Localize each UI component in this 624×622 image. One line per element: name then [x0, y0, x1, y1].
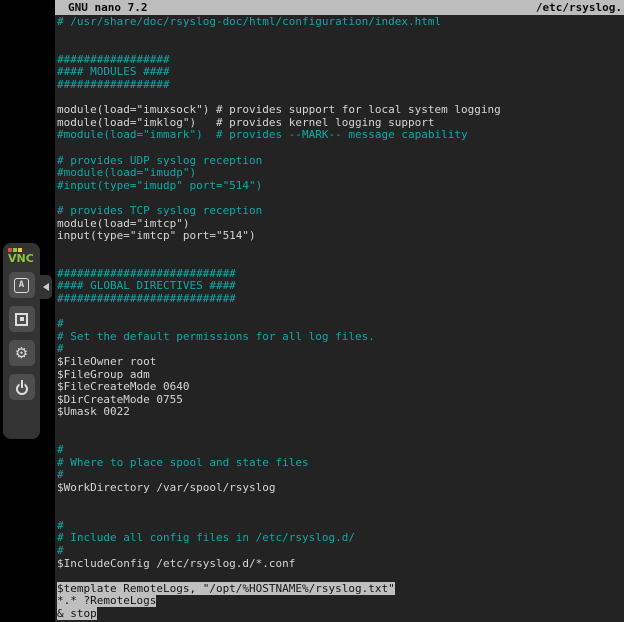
- editor-content[interactable]: # /usr/share/doc/rsyslog-doc/html/config…: [55, 15, 624, 621]
- editor-line: [57, 495, 624, 508]
- editor-line: #input(type="imudp" port="514"): [57, 180, 624, 193]
- editor-line: input(type="imtcp" port="514"): [57, 230, 624, 243]
- editor-line: [57, 29, 624, 42]
- editor-line: *.* ?RemoteLogs: [57, 595, 624, 608]
- editor-line: #module(load="immark") # provides --MARK…: [57, 129, 624, 142]
- editor-line: $DirCreateMode 0755: [57, 394, 624, 407]
- novnc-logo: VNC: [8, 248, 35, 265]
- terminal-window[interactable]: GNU nano 7.2 /etc/rsyslog. # /usr/share/…: [55, 0, 624, 622]
- editor-line: # Set the default permissions for all lo…: [57, 331, 624, 344]
- editor-line: [57, 419, 624, 432]
- chevron-left-icon: [43, 283, 49, 291]
- power-button[interactable]: [9, 374, 35, 400]
- panel-collapse-handle[interactable]: [40, 275, 52, 299]
- editor-line: [57, 306, 624, 319]
- editor-line: [57, 507, 624, 520]
- editor-line: $WorkDirectory /var/spool/rsyslog: [57, 482, 624, 495]
- settings-button[interactable]: ⚙: [9, 340, 35, 366]
- editor-line: [57, 570, 624, 583]
- editor-line: & stop: [57, 608, 624, 621]
- clipboard-button[interactable]: A: [9, 272, 35, 298]
- editor-line: # Where to place spool and state files: [57, 457, 624, 470]
- power-icon: [16, 383, 28, 395]
- fullscreen-icon: [15, 313, 28, 326]
- editor-line: # /usr/share/doc/rsyslog-doc/html/config…: [57, 16, 624, 29]
- editor-line: # Include all config files in /etc/rsysl…: [57, 532, 624, 545]
- editor-line: ###########################: [57, 293, 624, 306]
- editor-line: [57, 432, 624, 445]
- editor-line: $IncludeConfig /etc/rsyslog.d/*.conf: [57, 558, 624, 571]
- nano-version-label: GNU nano 7.2: [68, 1, 147, 14]
- editor-line: #################: [57, 79, 624, 92]
- clipboard-icon: A: [14, 278, 29, 293]
- editor-line: [57, 243, 624, 256]
- nano-filename-label: /etc/rsyslog.: [536, 1, 622, 14]
- fullscreen-button[interactable]: [9, 306, 35, 332]
- nano-titlebar: GNU nano 7.2 /etc/rsyslog.: [55, 0, 624, 15]
- novnc-logo-text: VNC: [8, 253, 35, 265]
- gear-icon: ⚙: [15, 346, 28, 361]
- vnc-control-bar: VNC A ⚙: [3, 243, 40, 439]
- editor-line: $Umask 0022: [57, 406, 624, 419]
